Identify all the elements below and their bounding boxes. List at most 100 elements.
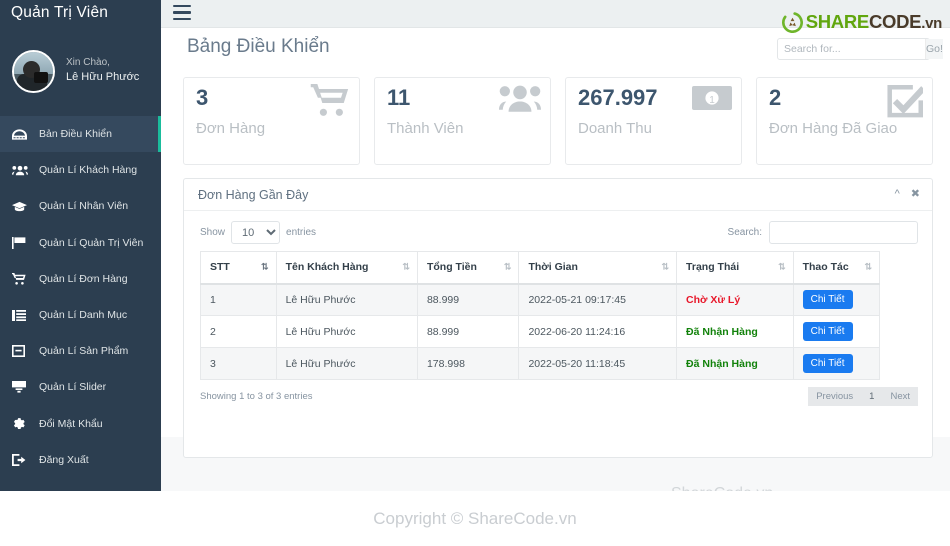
show-label: Show — [200, 227, 226, 238]
svg-text:1: 1 — [709, 95, 715, 106]
sidebar-item-products[interactable]: Quản Lí Sản Phẩm — [0, 333, 161, 369]
users-icon — [499, 84, 541, 118]
header-search[interactable]: Go! — [777, 38, 943, 60]
sort-icon: ⇅ — [661, 261, 669, 272]
recent-orders-panel: Đơn Hàng Gần Đây ^ ✖ Show 10 25 50 100 e… — [183, 178, 933, 458]
pagination-next[interactable]: Next — [882, 387, 918, 406]
shopping-cart-icon — [310, 84, 350, 122]
status-badge: Đã Nhận Hàng — [686, 325, 758, 338]
check-square-icon — [887, 84, 926, 123]
pagination-page-1[interactable]: 1 — [861, 387, 883, 406]
sidebar-item-label: Quản Lí Quản Trị Viên — [39, 236, 144, 249]
copyright-text: Copyright © ShareCode.vn — [373, 508, 577, 528]
sidebar-item-label: Quản Lí Danh Mục — [39, 309, 128, 322]
sidebar-item-label: Quản Lí Khách Hàng — [39, 164, 138, 177]
sort-icon: ⇅ — [864, 261, 871, 272]
recycle-logo-icon — [781, 11, 803, 33]
column-header-customer[interactable]: Tên Khách Hàng ⇅ — [275, 251, 418, 285]
avatar — [12, 49, 55, 93]
main-content: Bảng Điều Khiển SHARECODE.vn Go! — [161, 11, 950, 502]
sidebar-item-orders[interactable]: Quản Lí Đơn Hàng — [0, 261, 161, 297]
sidebar-item-logout[interactable]: Đăng Xuất — [0, 442, 161, 478]
cell-customer: Lê Hữu Phước — [275, 347, 418, 380]
sidebar-item-slider[interactable]: Quản Lí Slider — [0, 369, 161, 405]
money-icon: 1 — [692, 84, 732, 117]
hamburger-icon[interactable] — [173, 5, 191, 20]
sidebar-item-label: Quản Lí Sản Phẩm — [39, 345, 129, 358]
pagination-previous[interactable]: Previous — [808, 387, 862, 406]
cell-action: Chi Tiết — [792, 315, 881, 348]
column-header-stt[interactable]: STT ⇅ — [200, 251, 277, 285]
stat-card-revenue[interactable]: 267.997 Doanh Thu 1 — [565, 77, 742, 165]
panel-title: Đơn Hàng Gần Đây — [198, 187, 309, 202]
page-footer: Copyright © ShareCode.vn — [0, 491, 950, 546]
stat-card-delivered[interactable]: 2 Đơn Hàng Đã Giao — [756, 77, 933, 165]
sort-icon: ⇅ — [261, 261, 268, 272]
status-badge: Đã Nhận Hàng — [686, 357, 758, 370]
cell-status: Đã Nhận Hàng — [676, 315, 794, 348]
cell-time: 2022-06-20 11:24:16 — [518, 315, 678, 348]
detail-button[interactable]: Chi Tiết — [802, 322, 853, 341]
username-text: Lê Hữu Phước — [66, 71, 140, 84]
table-search-label: Search: — [727, 227, 762, 238]
close-icon[interactable]: ✖ — [911, 189, 920, 200]
greeting-text: Xin Chào, — [66, 56, 110, 68]
list-icon — [12, 308, 32, 322]
detail-button[interactable]: Chi Tiết — [802, 290, 853, 310]
table-search-group: Search: — [728, 221, 918, 244]
stat-label: Thành Viên — [387, 120, 464, 137]
sidebar-item-label: Đổi Mật Khẩu — [39, 417, 103, 430]
sidebar-item-categories[interactable]: Quản Lí Danh Mục — [0, 297, 161, 333]
sidebar-brand: Quản Trị Viên — [11, 4, 109, 21]
logo-share: SHARE — [805, 11, 870, 32]
detail-button[interactable]: Chi Tiết — [802, 354, 853, 373]
sidebar-item-label: Quản Lí Đơn Hàng — [39, 272, 128, 285]
stat-label: Đơn Hàng — [196, 120, 266, 137]
column-header-total[interactable]: Tổng Tiền ⇅ — [416, 251, 520, 285]
panel-header: Đơn Hàng Gần Đây ^ ✖ — [184, 179, 932, 211]
stat-card-orders[interactable]: 3 Đơn Hàng — [183, 77, 360, 165]
search-go-button[interactable]: Go! — [925, 39, 943, 59]
cell-stt: 1 — [200, 283, 277, 316]
sidebar-item-label: Quản Lí Nhân Viên — [39, 200, 129, 213]
logo-text: SHARECODE.vn — [805, 11, 943, 33]
sidebar-nav: Bản Điều Khiển Quản Lí Khách Hàng Quản L… — [0, 116, 161, 478]
sort-icon: ⇅ — [503, 261, 511, 272]
table-search-input[interactable] — [769, 221, 918, 244]
column-header-action[interactable]: Thao Tác ⇅ — [792, 251, 881, 285]
page-title: Bảng Điều Khiển — [187, 36, 330, 57]
archive-icon — [12, 344, 32, 358]
cell-stt: 3 — [200, 347, 277, 380]
sidebar-item-change-password[interactable]: Đổi Mật Khẩu — [0, 406, 161, 442]
column-header-status[interactable]: Trạng Thái ⇅ — [676, 251, 794, 285]
sidebar: Quản Trị Viên Xin Chào, Lê Hữu Phước Bản… — [0, 0, 161, 491]
logout-icon — [12, 453, 32, 467]
cell-time: 2022-05-20 11:18:45 — [518, 347, 678, 380]
cell-status: Đã Nhận Hàng — [676, 347, 794, 380]
chevron-up-icon[interactable]: ^ — [895, 189, 900, 200]
sidebar-item-admins[interactable]: Quản Lí Quản Trị Viên — [0, 225, 161, 261]
orders-table: STT ⇅ Tên Khách Hàng ⇅ Tổng Tiền ⇅ Thời Gia… — [200, 251, 881, 380]
cell-total: 88.999 — [416, 315, 520, 348]
status-badge: Chờ Xử Lý — [686, 293, 741, 306]
logo-tld: .vn — [921, 15, 942, 32]
cell-time: 2022-05-21 09:17:45 — [518, 283, 678, 316]
flag-icon — [12, 236, 32, 250]
graduation-cap-icon — [12, 199, 32, 213]
cell-total: 88.999 — [416, 283, 520, 316]
users-icon — [12, 163, 32, 177]
sidebar-item-customers[interactable]: Quản Lí Khách Hàng — [0, 152, 161, 188]
page-size-select[interactable]: 10 25 50 100 — [231, 221, 281, 244]
sidebar-item-employees[interactable]: Quản Lí Nhân Viên — [0, 188, 161, 224]
sidebar-item-dashboard[interactable]: Bản Điều Khiển — [0, 116, 161, 153]
cell-status: Chờ Xử Lý — [676, 283, 794, 316]
sidebar-user-block: Xin Chào, Lê Hữu Phước — [0, 28, 161, 116]
entries-info: Showing 1 to 3 of 3 entries — [200, 391, 313, 402]
search-input[interactable] — [778, 39, 925, 59]
admin-dashboard-page: Quản Trị Viên Xin Chào, Lê Hữu Phước Bản… — [0, 0, 950, 546]
stat-label: Doanh Thu — [578, 120, 652, 137]
stat-card-members[interactable]: 11 Thành Viên — [374, 77, 551, 165]
table-header-row: STT ⇅ Tên Khách Hàng ⇅ Tổng Tiền ⇅ Thời Gia… — [200, 251, 881, 285]
sidebar-item-label: Quản Lí Slider — [39, 381, 107, 394]
column-header-time[interactable]: Thời Gian ⇅ — [518, 251, 678, 285]
